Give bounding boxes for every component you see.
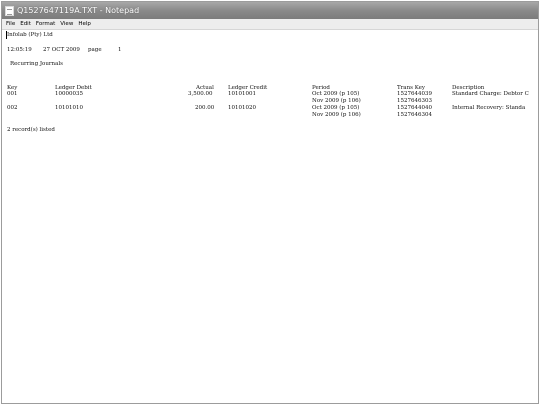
row-trans-key: 1527644039	[397, 91, 432, 97]
row-actual: 200.00	[195, 105, 215, 111]
row-ledger-debit: 10101010	[55, 105, 83, 111]
page-number: 1	[118, 47, 122, 53]
row-ledger-debit: 10000035	[55, 91, 83, 97]
row-period: Oct 2009 (p 105)	[312, 91, 360, 97]
report-time: 12:05:19	[7, 47, 32, 53]
row-trans-key: 1527644040	[397, 105, 432, 111]
notepad-window: Q1527647119A.TXT - Notepad File Edit For…	[1, 1, 539, 404]
row-description: Internal Recovery: Standa	[452, 105, 526, 111]
menu-edit[interactable]: Edit	[20, 21, 31, 27]
row-trans-key: 1527646304	[397, 112, 432, 118]
menu-view[interactable]: View	[60, 21, 73, 27]
menu-bar: File Edit Format View Help	[2, 19, 538, 30]
records-listed-footer: 2 record(s) listed	[7, 127, 55, 133]
row-key: 002	[7, 105, 18, 111]
row-description: Standard Charge: Debtor C	[452, 91, 529, 97]
window-title: Q1527647119A.TXT - Notepad	[17, 6, 140, 15]
menu-help[interactable]: Help	[78, 21, 91, 27]
row-trans-key: 1527646303	[397, 98, 432, 104]
text-editor-area[interactable]: Infolab (Pty) Ltd 12:05:19 27 OCT 2009 p…	[2, 30, 538, 403]
row-period: Nov 2009 (p 106)	[312, 112, 361, 118]
company-name: Infolab (Pty) Ltd	[7, 32, 53, 38]
title-bar[interactable]: Q1527647119A.TXT - Notepad	[2, 2, 538, 19]
row-key: 001	[7, 91, 18, 97]
row-ledger-credit: 10101001	[228, 91, 256, 97]
report-date: 27 OCT 2009	[43, 47, 80, 53]
row-period: Oct 2009 (p 105)	[312, 105, 360, 111]
notepad-icon	[5, 5, 14, 16]
row-actual: 3,500.00	[188, 91, 213, 97]
row-period: Nov 2009 (p 106)	[312, 98, 361, 104]
menu-file[interactable]: File	[6, 21, 15, 27]
page-label: page	[88, 47, 102, 53]
report-title: Recurring Journals	[10, 61, 63, 67]
menu-format[interactable]: Format	[36, 21, 55, 27]
row-ledger-credit: 10101020	[228, 105, 256, 111]
